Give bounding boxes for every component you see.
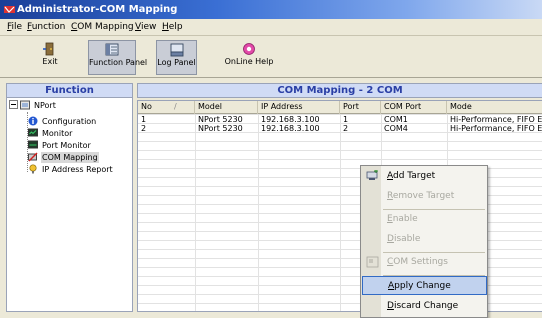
function-panel-title: Function bbox=[6, 83, 133, 98]
toolbar: Exit Function Panel Log Panel OnLine Hel… bbox=[0, 37, 542, 78]
log-panel-button[interactable]: Log Panel bbox=[156, 40, 197, 75]
cell-ip-address: 192.168.3.100 bbox=[261, 115, 320, 124]
menu-label-disable: Disable bbox=[387, 234, 421, 244]
context-menu: Add Target Remove Target Enable Disable … bbox=[360, 165, 488, 318]
menu-label-add-target: Add Target bbox=[387, 171, 436, 181]
tree-label-ip-address-report: IP Address Report bbox=[42, 165, 113, 174]
tree-label-com-mapping: COM Mapping bbox=[41, 152, 99, 163]
com-mapping-icon bbox=[28, 152, 38, 162]
log-panel-icon bbox=[170, 43, 183, 57]
app-icon bbox=[4, 6, 15, 13]
menu-label-apply-change: Apply Change bbox=[388, 281, 451, 291]
tree-label-monitor: Monitor bbox=[42, 129, 73, 138]
ip-report-icon bbox=[29, 164, 37, 174]
sort-arrow-icon: / bbox=[174, 102, 177, 111]
cell-model: NPort 5230 bbox=[198, 115, 243, 124]
add-target-icon bbox=[366, 170, 378, 180]
menu-label-remove-target: Remove Target bbox=[387, 191, 455, 201]
menu-label-enable: Enable bbox=[387, 214, 418, 224]
menu-item-enable[interactable]: Enable bbox=[362, 210, 487, 229]
column-header-port[interactable]: Port bbox=[340, 101, 381, 114]
cell-com-port: COM1 bbox=[384, 115, 408, 124]
collapse-icon[interactable] bbox=[9, 100, 18, 109]
menu-help[interactable]: Help bbox=[162, 21, 183, 33]
cell-no: 2 bbox=[141, 124, 147, 133]
menu-com-mapping[interactable]: COM Mapping bbox=[71, 21, 134, 33]
cell-model: NPort 5230 bbox=[198, 124, 243, 133]
com-settings-icon bbox=[366, 256, 379, 268]
column-header-ip-address[interactable]: IP Address bbox=[258, 101, 340, 114]
port-monitor-icon bbox=[28, 140, 38, 149]
cell-port: 2 bbox=[343, 124, 349, 133]
table-row[interactable]: 2 NPort 5230 192.168.3.100 2 COM4 Hi-Per… bbox=[138, 124, 542, 133]
cell-mode: Hi-Performance, FIFO En bbox=[450, 115, 542, 124]
tree-label-configuration: Configuration bbox=[42, 117, 97, 126]
cell-ip-address: 192.168.3.100 bbox=[261, 124, 320, 133]
menu-bar: File Function COM Mapping View Help bbox=[0, 19, 542, 36]
column-header-com-port[interactable]: COM Port bbox=[381, 101, 447, 114]
column-header-mode[interactable]: Mode bbox=[447, 101, 542, 114]
menu-label-discard-change: Discard Change bbox=[387, 301, 459, 311]
menu-item-apply-change[interactable]: Apply Change bbox=[362, 276, 487, 295]
application-window: Administrator-COM Mapping File Function … bbox=[0, 0, 542, 318]
window-title: Administrator-COM Mapping bbox=[17, 4, 178, 15]
monitor-icon bbox=[28, 128, 38, 137]
tree-label-nport: NPort bbox=[34, 101, 56, 110]
column-header-model[interactable]: Model bbox=[195, 101, 258, 114]
nport-device-icon bbox=[20, 100, 30, 110]
column-header-no[interactable]: No / bbox=[138, 101, 195, 114]
help-icon bbox=[243, 43, 255, 55]
function-panel-label: Function Panel bbox=[89, 58, 148, 67]
table-row[interactable]: 1 NPort 5230 192.168.3.100 1 COM1 Hi-Per… bbox=[138, 115, 542, 124]
function-panel-button[interactable]: Function Panel bbox=[88, 40, 148, 75]
exit-label: Exit bbox=[42, 57, 58, 66]
online-help-label: OnLine Help bbox=[224, 57, 274, 66]
grid-column-line bbox=[258, 114, 259, 311]
info-icon bbox=[28, 116, 38, 126]
table-header: No / Model IP Address Port COM Port Mode bbox=[138, 101, 542, 114]
menu-item-discard-change[interactable]: Discard Change bbox=[362, 297, 487, 316]
online-help-button[interactable]: OnLine Help bbox=[223, 40, 275, 75]
menu-item-com-settings[interactable]: COM Settings bbox=[362, 253, 487, 272]
menu-label-com-settings: COM Settings bbox=[387, 257, 448, 267]
function-panel-icon bbox=[105, 43, 119, 56]
exit-icon bbox=[43, 42, 54, 56]
log-panel-label: Log Panel bbox=[157, 58, 196, 67]
cell-port: 1 bbox=[343, 115, 349, 124]
menu-item-remove-target[interactable]: Remove Target bbox=[362, 187, 487, 206]
cell-mode: Hi-Performance, FIFO En bbox=[450, 124, 542, 133]
grid-column-line bbox=[195, 114, 196, 311]
menu-file[interactable]: File bbox=[7, 21, 22, 33]
title-bar[interactable]: Administrator-COM Mapping bbox=[0, 0, 542, 19]
cell-com-port: COM4 bbox=[384, 124, 408, 133]
tree-label-port-monitor: Port Monitor bbox=[42, 141, 91, 150]
com-mapping-title: COM Mapping - 2 COM bbox=[137, 83, 542, 98]
function-tree: NPort Configuration Monitor Port Monitor bbox=[6, 98, 133, 312]
menu-item-add-target[interactable]: Add Target bbox=[362, 167, 487, 186]
menu-function[interactable]: Function bbox=[27, 21, 65, 33]
menu-view[interactable]: View bbox=[135, 21, 156, 33]
grid-column-line bbox=[340, 114, 341, 311]
menu-item-disable[interactable]: Disable bbox=[362, 230, 487, 249]
exit-button[interactable]: Exit bbox=[38, 40, 62, 75]
cell-no: 1 bbox=[141, 115, 147, 124]
